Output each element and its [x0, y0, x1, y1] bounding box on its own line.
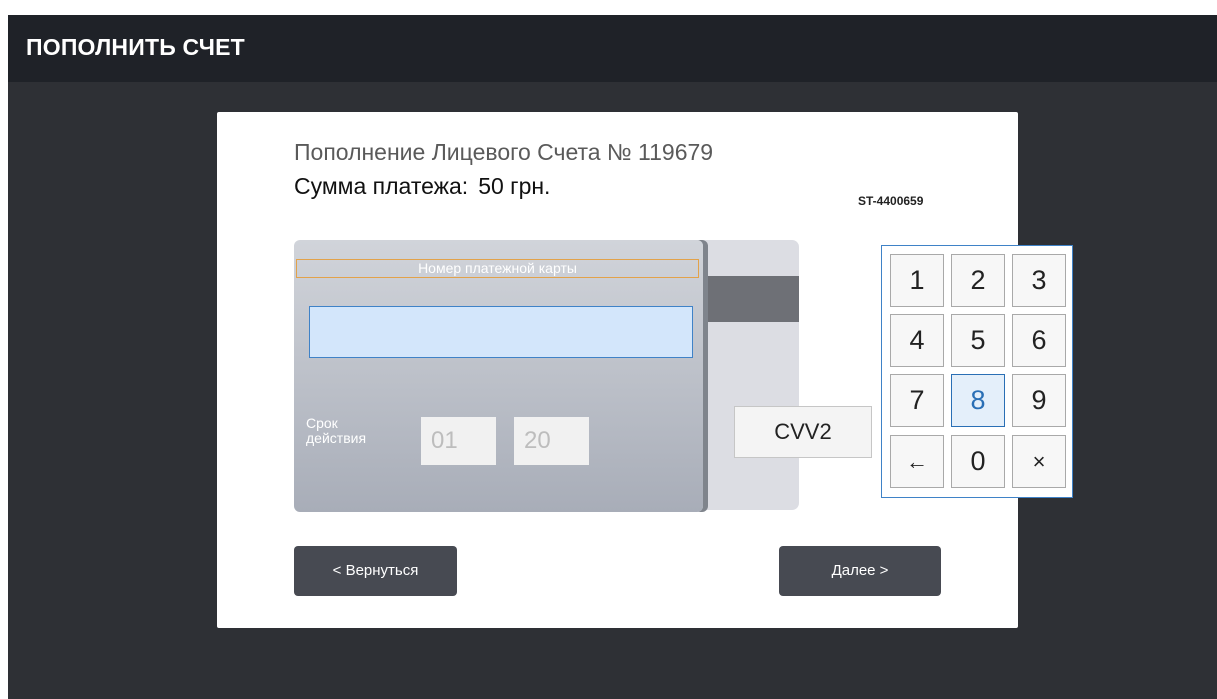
- key-6[interactable]: 6: [1012, 314, 1066, 367]
- key-7[interactable]: 7: [890, 374, 944, 427]
- key-9[interactable]: 9: [1012, 374, 1066, 427]
- page-title: ПОПОЛНИТЬ СЧЕТ: [26, 34, 245, 60]
- top-bar: ПОПОЛНИТЬ СЧЕТ: [8, 15, 1217, 82]
- backspace-key[interactable]: ←: [890, 435, 944, 488]
- account-line: Пополнение Лицевого Счета № 119679: [294, 139, 714, 165]
- expiry-label-text: Срок действия: [306, 415, 367, 446]
- amount-value: 50 грн.: [478, 173, 551, 199]
- key-0[interactable]: 0: [951, 435, 1005, 488]
- card-front: Номер платежной карты Срок действия 01 2…: [294, 240, 703, 512]
- key-8[interactable]: 8: [951, 374, 1005, 427]
- expiry-month-field[interactable]: 01: [421, 417, 496, 465]
- expiry-year-field[interactable]: 20: [514, 417, 589, 465]
- card-number-input[interactable]: [309, 306, 693, 358]
- clear-key[interactable]: ×: [1012, 435, 1066, 488]
- expiry-label: Срок действия: [306, 416, 366, 446]
- card-number-label: Номер платежной карты: [296, 259, 699, 278]
- amount-label: Сумма платежа:: [294, 173, 469, 199]
- key-2[interactable]: 2: [951, 254, 1005, 307]
- numeric-keypad: 1 2 3 4 5 6 7 8 9 ← 0 ×: [881, 245, 1073, 498]
- key-4[interactable]: 4: [890, 314, 944, 367]
- key-1[interactable]: 1: [890, 254, 944, 307]
- cvv2-field[interactable]: CVV2: [734, 406, 872, 458]
- back-button[interactable]: < Вернуться: [294, 546, 457, 596]
- next-button[interactable]: Далее >: [779, 546, 941, 596]
- key-5[interactable]: 5: [951, 314, 1005, 367]
- terminal-id: ST-4400659: [858, 194, 924, 208]
- payment-panel: Пополнение Лицевого Счета № 119679 Сумма…: [217, 112, 1073, 628]
- app-screen: ПОПОЛНИТЬ СЧЕТ Пополнение Лицевого Счета…: [8, 15, 1217, 699]
- key-3[interactable]: 3: [1012, 254, 1066, 307]
- amount-line: Сумма платежа: 50 грн.: [294, 173, 550, 200]
